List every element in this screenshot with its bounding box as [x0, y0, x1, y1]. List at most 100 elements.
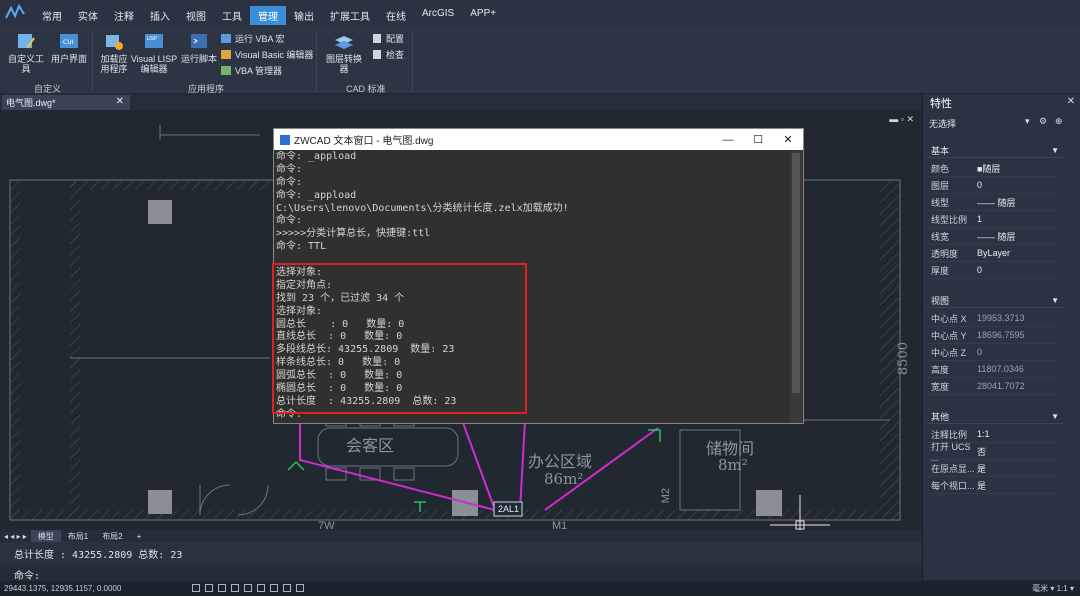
properties-panel: 特性 ✕ 无选择 ▾ ⚙ ⊕ 基本 ▼ 颜色 ■随层 图层 0 线型 —— 随层 线型比例 1…	[922, 94, 1080, 580]
osnap-toggle-icon[interactable]	[244, 584, 252, 592]
menu-tab[interactable]: 视图	[178, 6, 214, 25]
visual-lisp-button[interactable]: LISP Visual LISP 编辑器	[130, 32, 178, 74]
text-window-line: 选择对象:	[276, 305, 323, 317]
menu-tab[interactable]: 扩展工具	[322, 6, 378, 25]
maximize-button[interactable]: ☐	[743, 129, 773, 150]
coordinates-readout: 29443.1375, 12935.1157, 0.0000	[4, 584, 122, 593]
group-separator	[316, 32, 317, 92]
selection-cycle-icon[interactable]	[296, 584, 304, 592]
property-value: 18696.7595	[977, 330, 1025, 340]
minimize-button[interactable]: —	[713, 129, 743, 150]
menu-tab[interactable]: APP+	[462, 6, 504, 25]
visual-lisp-label: Visual LISP 编辑器	[130, 54, 178, 74]
snap-toggle-icon[interactable]	[205, 584, 213, 592]
quick-select-icon[interactable]: ⚙	[1039, 116, 1047, 127]
close-icon[interactable]: ✕	[116, 96, 124, 107]
property-row[interactable]: 透明度 ByLayer	[927, 245, 1059, 262]
property-key: 中心点 X	[931, 313, 967, 324]
custom-tool-button[interactable]: 自定义工具	[4, 32, 48, 74]
grid-toggle-icon[interactable]	[192, 584, 200, 592]
property-row[interactable]: 中心点 X 19953.3713	[927, 310, 1059, 327]
property-key: 中心点 Y	[931, 330, 967, 341]
property-row[interactable]: 颜色 ■随层	[927, 160, 1059, 177]
vb-editor-button[interactable]: Visual Basic 编辑器	[220, 48, 313, 61]
document-tab[interactable]: 电气图.dwg* ✕	[2, 95, 130, 110]
ribbon-panel: 自定义工具 CUI 用户界面 加载应 用程序 LISP Visual LISP …	[0, 28, 1080, 94]
layout-tab[interactable]: 布局1	[61, 530, 95, 542]
text-window[interactable]: ZWCAD 文本窗口 - 电气图.dwg — ☐ ✕ 命令: _appload 命…	[273, 128, 804, 424]
menu-tab[interactable]: 在线	[378, 6, 414, 25]
units-scale[interactable]: 毫米 ▾ 1:1 ▾	[1032, 583, 1074, 594]
selection-dropdown[interactable]: 无选择	[929, 116, 1039, 130]
app-logo-icon	[5, 3, 25, 19]
property-row[interactable]: 线宽 —— 随层	[927, 228, 1059, 245]
lineweight-toggle-icon[interactable]	[270, 584, 278, 592]
property-row[interactable]: 在原点显... 是	[927, 460, 1059, 477]
panel-label: 2AL1	[498, 504, 520, 514]
menu-tab[interactable]: 输出	[286, 6, 322, 25]
check-button[interactable]: 检查	[371, 48, 404, 61]
text-window-scrollbar[interactable]	[790, 151, 802, 423]
property-row[interactable]: 线型 —— 随层	[927, 194, 1059, 211]
text-window-line: 命令:	[276, 163, 303, 175]
close-icon[interactable]: ✕	[1067, 96, 1075, 107]
user-interface-button[interactable]: CUI 用户界面	[50, 32, 88, 64]
custom-tool-icon	[18, 34, 35, 49]
polar-toggle-icon[interactable]	[231, 584, 239, 592]
layout-tab-bar: ◂ ◂ ▸ ▸ 模型 布局1 布局2 +	[0, 530, 922, 542]
transparency-toggle-icon[interactable]	[283, 584, 291, 592]
load-app-button[interactable]: 加载应 用程序	[96, 32, 132, 74]
layout-tab[interactable]: 模型	[30, 530, 61, 542]
check-label: 检查	[386, 50, 405, 60]
app-window-icon	[280, 134, 290, 145]
property-row[interactable]: 中心点 Y 18696.7595	[927, 327, 1059, 344]
section-view-label: 视图	[931, 296, 950, 306]
section-other[interactable]: 其他 ▼	[927, 410, 1063, 424]
menu-tab[interactable]: 常用	[34, 6, 70, 25]
menu-tab[interactable]: 管理	[250, 6, 286, 25]
menu-tab[interactable]: 注释	[106, 6, 142, 25]
menu-tab[interactable]: 工具	[214, 6, 250, 25]
document-tab-label: 电气图.dwg*	[6, 98, 56, 108]
collapse-icon: ▼	[1051, 412, 1059, 421]
menu-tab[interactable]: ArcGIS	[414, 6, 462, 25]
property-row[interactable]: 图层 0	[927, 177, 1059, 194]
menu-tab[interactable]: 插入	[142, 6, 178, 25]
run-vba-button[interactable]: 运行 VBA 宏	[220, 32, 285, 45]
vba-manager-button[interactable]: VBA 管理器	[220, 64, 282, 77]
text-window-line: 命令: _appload	[276, 151, 357, 162]
property-row[interactable]: 中心点 Z 0	[927, 344, 1059, 361]
user-interface-label: 用户界面	[50, 54, 87, 64]
menu-tab[interactable]: 实体	[70, 6, 106, 25]
property-row[interactable]: 高度 11807.0346	[927, 361, 1059, 378]
layout-tab[interactable]: +	[130, 530, 149, 542]
property-row[interactable]: 每个视口... 是	[927, 477, 1059, 494]
close-button[interactable]: ✕	[773, 129, 803, 150]
config-button[interactable]: 配置	[371, 32, 404, 45]
section-basic[interactable]: 基本 ▼	[927, 144, 1063, 158]
svg-text:CUI: CUI	[63, 39, 74, 46]
nav-arrows-icon[interactable]: ◂ ◂ ▸ ▸	[0, 532, 31, 541]
otrack-toggle-icon[interactable]	[257, 584, 265, 592]
command-line[interactable]: 命令:	[0, 565, 922, 582]
layer-converter-button[interactable]: 图层转换器	[322, 32, 366, 74]
property-row[interactable]: 宽度 28041.7072	[927, 378, 1059, 395]
layer-converter-label: 图层转换器	[325, 54, 362, 74]
section-view[interactable]: 视图 ▼	[927, 294, 1063, 308]
status-toggles[interactable]	[192, 584, 309, 592]
property-row[interactable]: 线型比例 1	[927, 211, 1059, 228]
run-script-button[interactable]: 运行脚本	[180, 32, 218, 64]
viewport-controls[interactable]: ▬ ▫ ✕	[889, 114, 914, 125]
layout-tab[interactable]: 布局2	[95, 530, 129, 542]
property-row[interactable]: 厚度 0	[927, 262, 1059, 279]
scrollbar-thumb[interactable]	[792, 153, 800, 393]
ortho-toggle-icon[interactable]	[218, 584, 226, 592]
property-row[interactable]: 打开 UCS ... 否	[927, 442, 1059, 463]
text-window-line: 命令: TTL	[276, 241, 327, 253]
dropdown-arrow-icon[interactable]: ▾	[1025, 116, 1030, 127]
property-value: 是	[977, 463, 987, 474]
pick-objects-icon[interactable]: ⊕	[1055, 116, 1063, 127]
room-area-storage: 8m²	[718, 456, 748, 474]
text-window-line: 圆弧总长 : 0 数量: 0	[276, 370, 403, 382]
document-tab-bar: 电气图.dwg* ✕	[0, 94, 922, 110]
